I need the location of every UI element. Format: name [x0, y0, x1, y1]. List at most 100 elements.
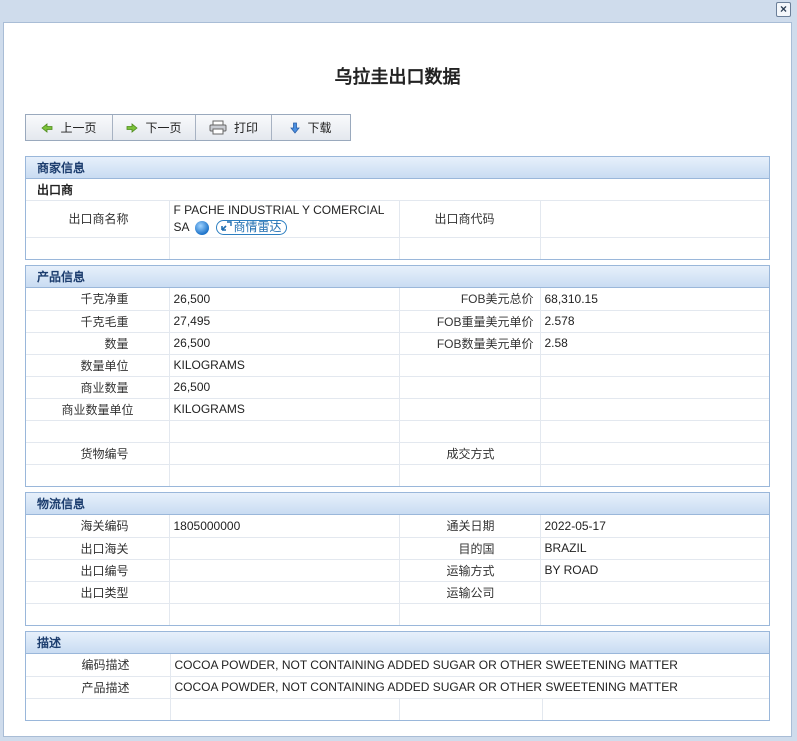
empty-cell	[169, 237, 400, 259]
arrow-down-icon	[290, 122, 301, 134]
toolbar: 上一页 下一页 打印 下载	[25, 114, 351, 141]
table-row: 出口类型 运输公司	[26, 581, 769, 604]
field-value	[540, 464, 769, 486]
exporter-code-value	[540, 201, 769, 238]
field-label	[399, 603, 541, 625]
logistics-table: 海关编码 1805000000 通关日期 2022-05-17 出口海关 目的国…	[26, 515, 769, 625]
field-label: 千克净重	[26, 288, 170, 311]
field-label: FOB数量美元单价	[399, 332, 541, 355]
table-row: 编码描述 COCOA POWDER, NOT CONTAINING ADDED …	[26, 654, 769, 677]
exporter-code-label: 出口商代码	[399, 201, 541, 238]
empty-cell	[26, 698, 171, 720]
prev-page-button[interactable]: 上一页	[26, 115, 113, 140]
field-label: 商业数量	[26, 376, 170, 399]
product-description-label: 产品描述	[26, 676, 171, 699]
field-label: 海关编码	[26, 515, 170, 538]
field-value: 26,500	[169, 332, 400, 355]
field-value: BY ROAD	[540, 559, 769, 582]
table-row: 海关编码 1805000000 通关日期 2022-05-17	[26, 515, 769, 538]
table-row: 商业数量 26,500	[26, 376, 769, 399]
exporter-name-label: 出口商名称	[26, 201, 170, 238]
field-label	[399, 398, 541, 421]
field-value	[540, 354, 769, 377]
globe-icon[interactable]	[195, 220, 210, 235]
table-row	[26, 464, 769, 486]
field-value	[169, 603, 400, 625]
field-value	[169, 420, 400, 443]
field-value	[169, 559, 400, 582]
description-table: 编码描述 COCOA POWDER, NOT CONTAINING ADDED …	[26, 654, 769, 720]
field-label	[26, 420, 170, 443]
table-row: 千克净重 26,500 FOB美元总价 68,310.15	[26, 288, 769, 311]
next-page-label: 下一页	[145, 121, 182, 135]
next-page-button[interactable]: 下一页	[113, 115, 196, 140]
arrow-left-icon	[41, 122, 53, 133]
field-value	[540, 442, 769, 465]
empty-cell	[399, 698, 543, 720]
field-label: 运输公司	[399, 581, 541, 604]
empty-cell	[540, 237, 769, 259]
exporter-name-value: F PACHE INDUSTRIAL Y COMERCIAL	[173, 202, 385, 217]
empty-cell	[170, 698, 400, 720]
merchant-section: 商家信息 出口商 出口商名称 F PACHE INDUSTRIAL Y COME…	[25, 156, 770, 260]
exporter-subheading: 出口商	[26, 179, 769, 201]
field-value: KILOGRAMS	[169, 354, 400, 377]
field-value	[540, 603, 769, 625]
print-button[interactable]: 打印	[196, 115, 272, 140]
business-radar-label: 商情雷达	[233, 220, 282, 235]
product-section-heading: 产品信息	[26, 266, 769, 288]
field-label	[399, 376, 541, 399]
field-label: 目的国	[399, 537, 541, 560]
field-label: 出口编号	[26, 559, 170, 582]
table-row: 出口海关 目的国 BRAZIL	[26, 537, 769, 560]
field-label: 成交方式	[399, 442, 541, 465]
field-value	[540, 581, 769, 604]
table-row: 货物编号 成交方式	[26, 442, 769, 465]
field-value: 1805000000	[169, 515, 400, 538]
table-row	[26, 603, 769, 625]
close-button[interactable]: ×	[776, 2, 791, 17]
code-description-value: COCOA POWDER, NOT CONTAINING ADDED SUGAR…	[170, 654, 769, 677]
description-section: 描述 编码描述 COCOA POWDER, NOT CONTAINING ADD…	[25, 631, 770, 721]
field-label: 商业数量单位	[26, 398, 170, 421]
prev-page-label: 上一页	[60, 121, 97, 135]
logistics-section: 物流信息 海关编码 1805000000 通关日期 2022-05-17 出口海…	[25, 492, 770, 626]
table-row	[26, 420, 769, 443]
field-label: FOB美元总价	[399, 288, 541, 311]
exporter-name-value-2: SA	[173, 219, 189, 234]
field-value: 27,495	[169, 310, 400, 333]
empty-cell	[542, 698, 769, 720]
field-label	[26, 603, 170, 625]
code-description-label: 编码描述	[26, 654, 171, 677]
printer-icon	[209, 120, 227, 135]
field-value	[169, 581, 400, 604]
empty-cell	[399, 237, 541, 259]
field-label: 数量	[26, 332, 170, 355]
field-value	[540, 376, 769, 399]
arrow-right-icon	[126, 122, 139, 133]
download-button[interactable]: 下载	[272, 115, 350, 140]
field-label	[399, 464, 541, 486]
merchant-section-heading: 商家信息	[26, 157, 769, 179]
table-row	[26, 698, 769, 720]
field-label: 出口海关	[26, 537, 170, 560]
merchant-table: 出口商名称 F PACHE INDUSTRIAL Y COMERCIAL SA …	[26, 201, 769, 259]
field-label: 出口类型	[26, 581, 170, 604]
business-radar-button[interactable]: 商情雷达	[215, 220, 287, 236]
field-value	[540, 398, 769, 421]
field-value: BRAZIL	[540, 537, 769, 560]
field-value: 68,310.15	[540, 288, 769, 311]
field-value: 2022-05-17	[540, 515, 769, 538]
table-row: 千克毛重 27,495 FOB重量美元单价 2.578	[26, 310, 769, 333]
field-value	[169, 464, 400, 486]
download-label: 下载	[307, 121, 332, 135]
field-value: KILOGRAMS	[169, 398, 400, 421]
field-label: 千克毛重	[26, 310, 170, 333]
field-label	[26, 464, 170, 486]
product-table: 千克净重 26,500 FOB美元总价 68,310.15 千克毛重 27,49…	[26, 288, 769, 486]
field-value	[540, 420, 769, 443]
radar-icon	[220, 221, 232, 234]
field-label	[399, 354, 541, 377]
table-row: 产品描述 COCOA POWDER, NOT CONTAINING ADDED …	[26, 676, 769, 699]
product-description-value: COCOA POWDER, NOT CONTAINING ADDED SUGAR…	[170, 676, 769, 699]
